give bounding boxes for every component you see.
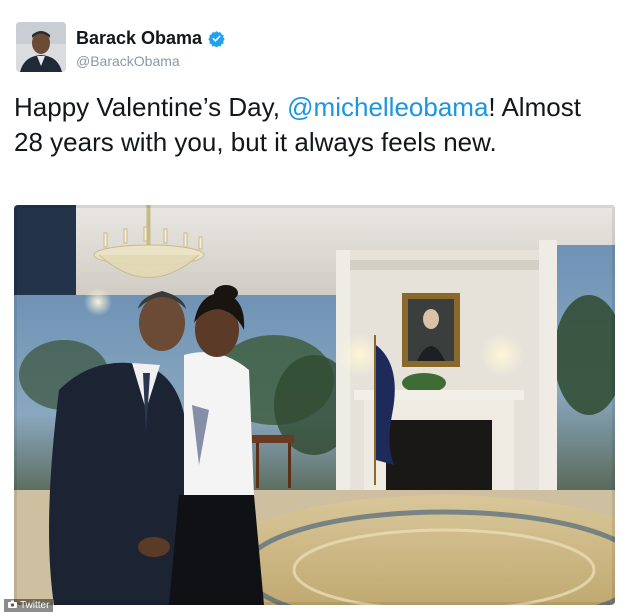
tweet-photo[interactable]	[14, 205, 615, 605]
camera-icon	[8, 600, 17, 611]
avatar[interactable]	[16, 22, 66, 72]
twitter-watermark: Twitter	[4, 599, 54, 612]
author-name-label: Barack Obama	[76, 28, 203, 48]
photo-image	[14, 205, 615, 605]
mention-link[interactable]: @michelleobama	[287, 92, 488, 122]
author-handle[interactable]: @BarackObama	[76, 53, 180, 69]
tweet-text-prefix: Happy Valentine’s Day,	[14, 92, 288, 122]
verified-badge-icon	[208, 30, 225, 48]
author-handle-label: @BarackObama	[76, 53, 180, 69]
tweet-text-suffix: !	[488, 92, 496, 122]
author-name[interactable]: Barack Obama	[76, 28, 225, 49]
watermark-label: Twitter	[20, 600, 50, 611]
tweet-text: Happy Valentine’s Day, @michelleobama! A…	[14, 90, 614, 160]
avatar-image	[16, 22, 66, 72]
